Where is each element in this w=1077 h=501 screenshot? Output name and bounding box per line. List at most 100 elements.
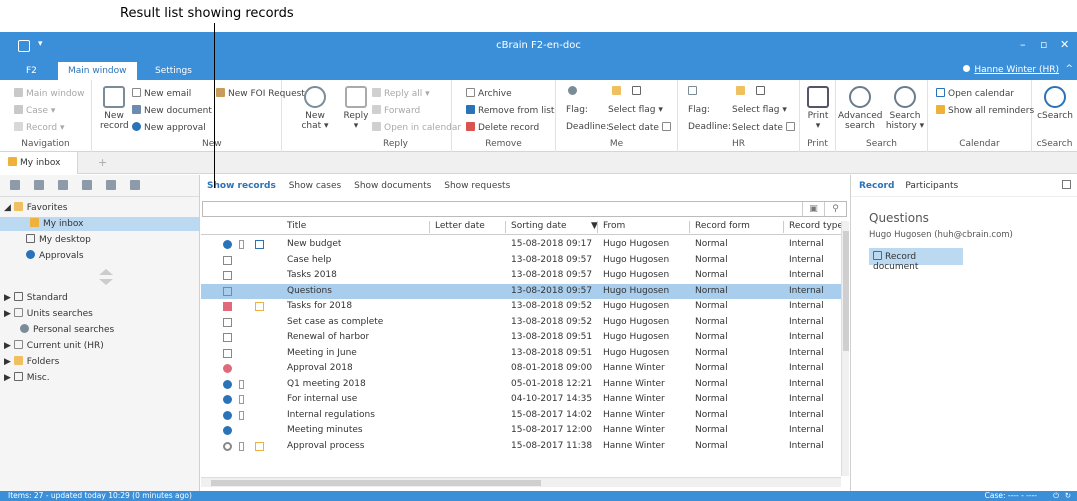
tab-show-cases[interactable]: Show cases [289,181,342,191]
table-row[interactable]: Approval 2018 08-01-2018 09:00 Hanne Win… [201,361,841,377]
records-icon[interactable] [10,180,20,190]
archive-button[interactable]: Archive [466,88,512,99]
new-chat-button[interactable]: New chat ▾ [300,86,330,131]
table-row[interactable]: Q1 meeting 2018 05-01-2018 12:21 Hanne W… [201,377,841,393]
table-row[interactable]: New budget 15-08-2018 09:17 Hugo Hugosen… [201,237,841,253]
nav-main-window-button[interactable]: Main window [14,88,85,99]
nav-record-button[interactable]: Record ▾ [14,122,65,133]
me-select-flag-dropdown[interactable]: Select flag ▾ [608,105,663,115]
csearch-button[interactable]: cSearch [1036,86,1074,121]
column-separator[interactable] [505,221,506,233]
tree-approvals[interactable]: Approvals [0,249,199,263]
tree-standard[interactable]: ▶ Standard [0,291,199,305]
list-horizontal-scrollbar[interactable] [201,477,841,487]
table-row[interactable]: For internal use 04-10-2017 14:35 Hanne … [201,392,841,408]
export-icon[interactable] [130,180,140,190]
tab-record[interactable]: Record [859,181,894,191]
hr-select-flag-dropdown[interactable]: Select flag ▾ [732,105,787,115]
table-row[interactable]: Tasks 2018 13-08-2018 09:57 Hugo Hugosen… [201,268,841,284]
maximize-icon[interactable]: ▫ [1040,38,1047,51]
close-icon[interactable]: ✕ [1060,38,1069,51]
table-row[interactable]: Approval process 15-08-2017 11:38 Hanne … [201,439,841,455]
tree-my-inbox[interactable]: My inbox [0,217,199,231]
new-record-button[interactable]: New record [100,86,129,131]
group-label-hr: HR [731,139,746,149]
tab-show-records[interactable]: Show records [207,181,276,191]
hr-select-date-picker[interactable]: Select date [732,122,798,133]
column-from[interactable]: From [603,221,625,231]
table-row[interactable]: Renewal of harbor 13-08-2018 09:51 Hugo … [201,330,841,346]
column-sorting-date[interactable]: Sorting date [511,221,567,231]
tree-folders[interactable]: ▶ Folders [0,355,199,369]
tab-my-inbox[interactable]: My inbox [0,152,78,174]
column-record-form[interactable]: Record form [695,221,750,231]
table-row[interactable]: Case help 13-08-2018 09:57 Hugo Hugosen … [201,253,841,269]
search-icon[interactable]: ⚲ [824,202,846,216]
table-row[interactable]: Meeting in June 13-08-2018 09:51 Hugo Hu… [201,346,841,362]
new-document-button[interactable]: New document [132,105,212,116]
refresh-icon[interactable]: ↻ [1065,491,1071,501]
column-title[interactable]: Title [287,221,306,231]
column-separator[interactable] [429,221,430,233]
user-link[interactable]: Hanne Winter (HR) [963,65,1059,75]
advanced-search-button[interactable]: Advanced search [838,86,882,131]
table-row[interactable]: Set case as complete 13-08-2018 09:52 Hu… [201,315,841,331]
tab-show-documents[interactable]: Show documents [354,181,431,191]
power-icon[interactable]: ⏻ [1053,491,1059,501]
new-foi-request-button[interactable]: New FOI Request [216,88,305,99]
list-vertical-scrollbar[interactable] [841,221,849,476]
tab-show-requests[interactable]: Show requests [444,181,510,191]
collapse-ribbon-icon[interactable]: ^ [1065,64,1073,74]
me-flag-label: Flag: [566,105,588,115]
nav-case-button[interactable]: Case ▾ [14,105,55,116]
column-separator[interactable] [689,221,690,233]
tree-icon[interactable] [34,180,44,190]
users-icon[interactable] [106,180,116,190]
tab-settings[interactable]: Settings [145,62,202,80]
table-row[interactable]: Meeting minutes 15-08-2017 12:00 Hanne W… [201,423,841,439]
tree-favorites[interactable]: ◢ Favorites [0,201,199,215]
column-record-type[interactable]: Record type [789,221,843,231]
column-separator[interactable] [783,221,784,233]
new-email-button[interactable]: New email [132,88,191,99]
open-calendar-button[interactable]: Open calendar [936,88,1014,99]
reply-all-button[interactable]: Reply all ▾ [372,88,430,99]
tab-participants[interactable]: Participants [905,181,958,191]
delete-record-button[interactable]: Delete record [466,122,539,133]
column-letter-date[interactable]: Letter date [435,221,485,231]
record-document-button[interactable]: Record document [869,248,963,272]
scroll-thumb[interactable] [843,231,849,351]
row-type: Internal [789,425,824,435]
stack-icon[interactable] [82,180,92,190]
scroll-thumb[interactable] [211,480,541,486]
reply-button[interactable]: Reply ▾ [342,86,370,131]
tree-my-desktop[interactable]: My desktop [0,233,199,247]
scroll-up-icon[interactable] [99,269,113,275]
column-separator[interactable] [597,221,598,233]
scroll-down-icon[interactable] [99,279,113,285]
tree-personal-searches[interactable]: Personal searches [0,323,199,337]
list-icon[interactable] [58,180,68,190]
minimize-icon[interactable]: – [1020,38,1026,51]
tree-units-searches[interactable]: ▶ Units searches [0,307,199,321]
tab-f2[interactable]: F2 [16,62,47,80]
group-csearch: cSearch cSearch [1032,80,1077,152]
list-search-input[interactable]: ▣ ⚲ [202,201,847,217]
add-tab-icon[interactable]: + [98,156,107,169]
open-in-calendar-button[interactable]: Open in calendar [372,122,461,133]
tree-misc[interactable]: ▶ Misc. [0,371,199,385]
forward-button[interactable]: Forward [372,105,420,116]
table-row-selected[interactable]: Questions 13-08-2018 09:57 Hugo Hugosen … [201,283,841,299]
filter-icon[interactable]: ▣ [802,202,824,216]
tree-current-unit[interactable]: ▶ Current unit (HR) [0,339,199,353]
new-approval-button[interactable]: New approval [132,122,206,133]
me-select-date-picker[interactable]: Select date [608,122,674,133]
search-history-button[interactable]: Search history ▾ [884,86,926,131]
tab-main-window[interactable]: Main window [58,62,137,80]
remove-from-list-button[interactable]: Remove from list [466,105,554,116]
show-all-reminders-button[interactable]: Show all reminders [936,105,1034,116]
table-row[interactable]: Tasks for 2018 13-08-2018 09:52 Hugo Hug… [201,299,841,315]
table-row[interactable]: Internal regulations 15-08-2017 14:02 Ha… [201,408,841,424]
popout-icon[interactable] [1062,180,1071,189]
print-button[interactable]: Print ▾ [804,86,832,131]
